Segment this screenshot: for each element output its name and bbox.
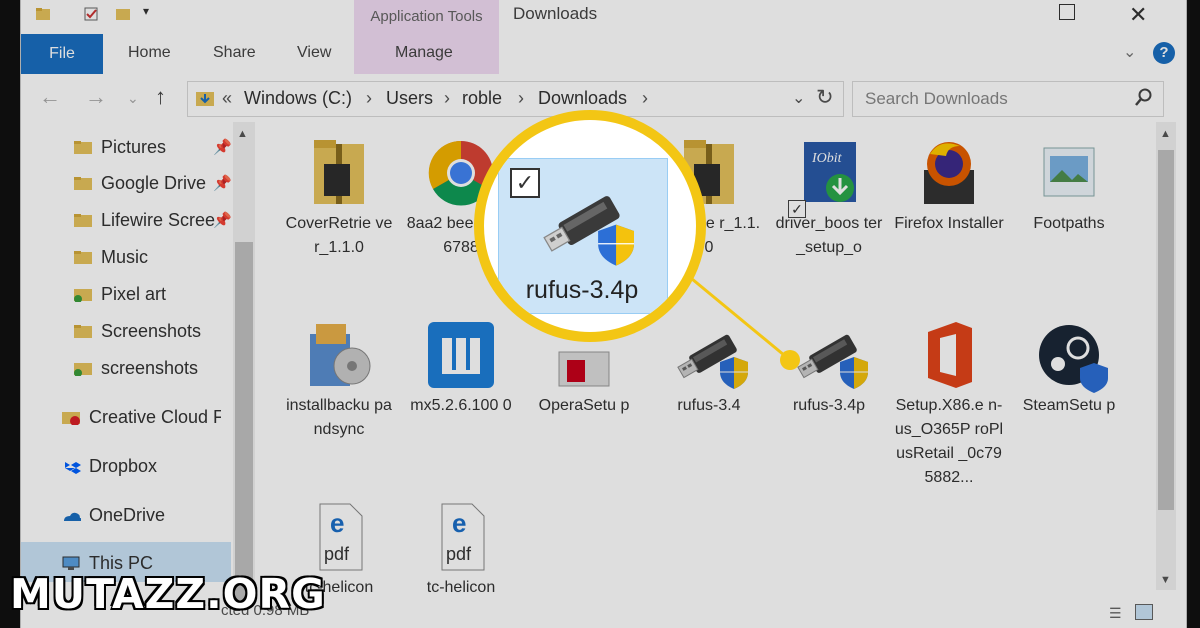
magnified-file-name: rufus-3.4p xyxy=(525,276,639,304)
magnified-usb-drive-icon xyxy=(543,196,634,266)
magnifier-callout: ✓ rufus-3.4p xyxy=(474,110,706,342)
screenshot-stage: ▾ Application Tools Downloads ✕ File Hom… xyxy=(0,0,1200,628)
watermark-logo: MUTAZZ.ORG xyxy=(10,570,326,618)
